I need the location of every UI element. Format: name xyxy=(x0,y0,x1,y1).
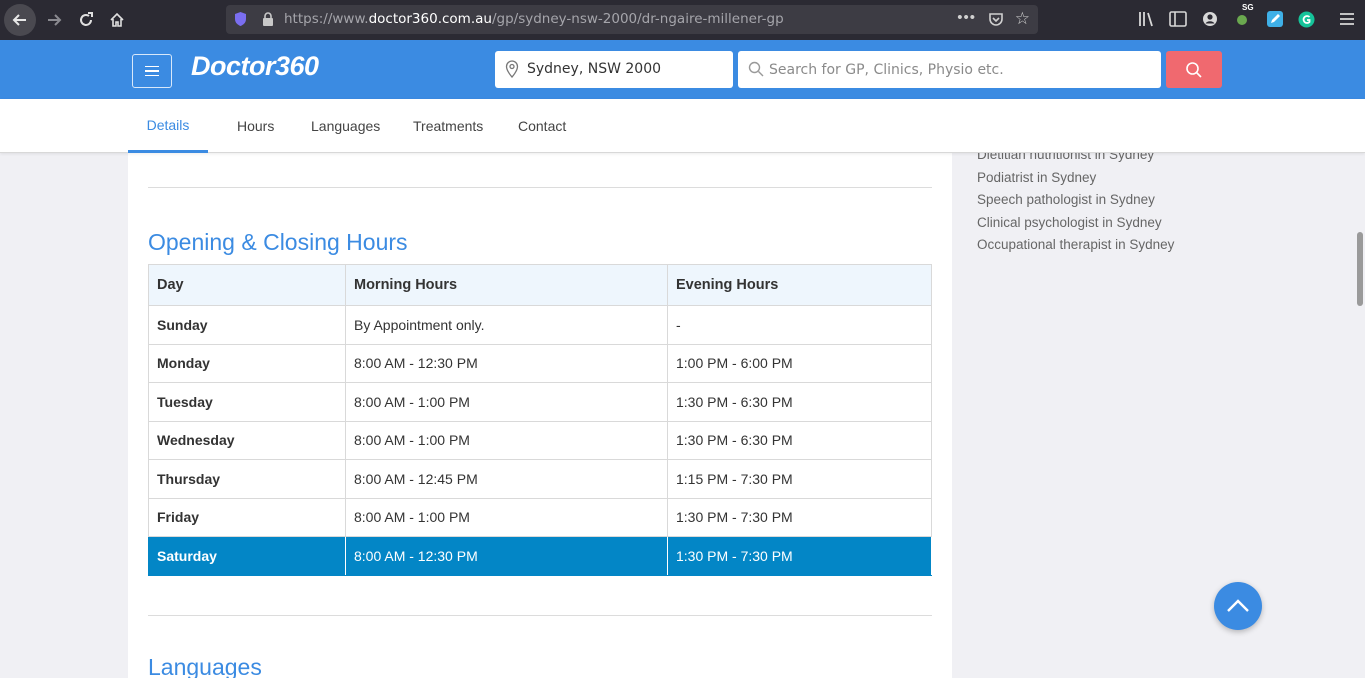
evening-hours-cell: 1:15 PM - 7:30 PM xyxy=(667,459,932,499)
day-cell: Tuesday xyxy=(148,382,346,422)
table-row-today: Saturday 8:00 AM - 12:30 PM 1:30 PM - 7:… xyxy=(148,536,932,576)
morning-hours-cell: 8:00 AM - 12:45 PM xyxy=(345,459,668,499)
site-header: Doctor360 Sydney, NSW 2000 xyxy=(0,40,1365,99)
forward-button[interactable] xyxy=(38,4,70,36)
pocket-icon[interactable] xyxy=(988,11,1004,27)
menu-line-icon xyxy=(145,65,159,68)
morning-hours-cell: 8:00 AM - 12:30 PM xyxy=(345,536,668,576)
column-header-evening: Evening Hours xyxy=(667,264,932,306)
table-row: Monday 8:00 AM - 12:30 PM 1:00 PM - 6:00… xyxy=(148,343,932,383)
evening-hours-cell: 1:00 PM - 6:00 PM xyxy=(667,343,932,383)
tab-languages[interactable]: Languages xyxy=(311,99,380,153)
day-cell: Monday xyxy=(148,343,346,383)
search-field[interactable] xyxy=(738,51,1161,88)
evening-hours-cell: 1:30 PM - 7:30 PM xyxy=(667,536,932,576)
url-path: /gp/sydney-nsw-2000/dr-ngaire-millener-g… xyxy=(491,11,784,27)
morning-hours-cell: By Appointment only. xyxy=(345,305,668,345)
hamburger-menu-icon[interactable] xyxy=(1337,9,1357,29)
related-links: Dietitian nutritionist in Sydney Podiatr… xyxy=(977,144,1174,257)
back-button[interactable] xyxy=(4,4,36,36)
map-pin-icon xyxy=(505,60,519,78)
bookmark-star-icon[interactable]: ☆ xyxy=(1015,9,1030,29)
tab-details[interactable]: Details xyxy=(128,99,208,153)
browser-toolbar: https://www.doctor360.com.au/gp/sydney-n… xyxy=(0,0,1365,40)
shield-icon xyxy=(235,12,246,26)
tab-hours[interactable]: Hours xyxy=(237,99,274,153)
lock-icon xyxy=(263,12,273,26)
arrow-left-icon xyxy=(12,14,26,26)
extension-sg-icon[interactable]: SG xyxy=(1232,3,1255,29)
sidebar-icon[interactable] xyxy=(1168,9,1188,29)
page-scrollbar[interactable] xyxy=(1355,99,1365,678)
url-host: doctor360.com.au xyxy=(368,11,492,27)
scrollbar-thumb[interactable] xyxy=(1357,232,1363,306)
related-link[interactable]: Occupational therapist in Sydney xyxy=(977,234,1174,257)
day-cell: Sunday xyxy=(148,305,346,345)
table-row: Thursday 8:00 AM - 12:45 PM 1:15 PM - 7:… xyxy=(148,459,932,499)
arrow-right-icon xyxy=(48,14,62,26)
morning-hours-cell: 8:00 AM - 1:00 PM xyxy=(345,497,668,537)
extension-badge: SG xyxy=(1241,3,1255,12)
location-value: Sydney, NSW 2000 xyxy=(527,61,662,77)
hours-section-title: Opening & Closing Hours xyxy=(148,229,408,255)
related-link[interactable]: Clinical psychologist in Sydney xyxy=(977,212,1174,235)
main-content: Opening & Closing Hours Day Morning Hour… xyxy=(128,153,952,678)
url-text: https://www.doctor360.com.au/gp/sydney-n… xyxy=(284,11,784,27)
languages-section-title: Languages xyxy=(148,654,262,678)
account-icon[interactable] xyxy=(1200,9,1220,29)
column-header-morning: Morning Hours xyxy=(345,264,668,306)
menu-line-icon xyxy=(145,74,159,77)
column-header-day: Day xyxy=(148,264,346,306)
evening-hours-cell: 1:30 PM - 6:30 PM xyxy=(667,420,932,460)
tab-treatments[interactable]: Treatments xyxy=(413,99,483,153)
library-icon[interactable] xyxy=(1137,9,1157,29)
search-icon xyxy=(1186,61,1202,78)
location-field[interactable]: Sydney, NSW 2000 xyxy=(495,51,733,88)
page-actions-icon[interactable]: ••• xyxy=(957,9,976,26)
morning-hours-cell: 8:00 AM - 12:30 PM xyxy=(345,343,668,383)
reload-icon xyxy=(80,12,93,26)
day-cell: Thursday xyxy=(148,459,346,499)
table-header-row: Day Morning Hours Evening Hours xyxy=(148,264,932,306)
search-icon xyxy=(748,61,764,77)
search-input[interactable] xyxy=(769,59,1149,81)
menu-toggle-button[interactable] xyxy=(132,54,172,88)
tab-contact[interactable]: Contact xyxy=(518,99,566,153)
day-cell: Saturday xyxy=(148,536,346,576)
evening-hours-cell: 1:30 PM - 7:30 PM xyxy=(667,497,932,537)
table-row: Tuesday 8:00 AM - 1:00 PM 1:30 PM - 6:30… xyxy=(148,382,932,422)
chevron-up-icon xyxy=(1227,599,1249,612)
menu-line-icon xyxy=(145,70,159,72)
site-logo[interactable]: Doctor360 xyxy=(191,51,319,82)
evening-hours-cell: 1:30 PM - 6:30 PM xyxy=(667,382,932,422)
home-icon xyxy=(110,12,124,27)
section-tabs: Details Hours Languages Treatments Conta… xyxy=(0,99,1365,153)
section-divider xyxy=(148,615,932,616)
url-prefix: https://www. xyxy=(284,11,369,27)
address-bar[interactable]: https://www.doctor360.com.au/gp/sydney-n… xyxy=(226,5,1038,34)
hours-table: Day Morning Hours Evening Hours Sunday B… xyxy=(148,264,932,576)
table-row: Friday 8:00 AM - 1:00 PM 1:30 PM - 7:30 … xyxy=(148,497,932,537)
evening-hours-cell: - xyxy=(667,305,932,345)
morning-hours-cell: 8:00 AM - 1:00 PM xyxy=(345,382,668,422)
table-row: Sunday By Appointment only. - xyxy=(148,305,932,345)
related-link[interactable]: Podiatrist in Sydney xyxy=(977,167,1174,190)
reload-button[interactable] xyxy=(70,4,102,36)
extension-pen-icon[interactable] xyxy=(1265,9,1285,29)
related-link[interactable]: Speech pathologist in Sydney xyxy=(977,189,1174,212)
day-cell: Wednesday xyxy=(148,420,346,460)
section-divider xyxy=(148,187,932,188)
search-button[interactable] xyxy=(1166,51,1222,88)
home-button[interactable] xyxy=(101,4,133,36)
day-cell: Friday xyxy=(148,497,346,537)
table-row: Wednesday 8:00 AM - 1:00 PM 1:30 PM - 6:… xyxy=(148,420,932,460)
back-to-top-button[interactable] xyxy=(1214,582,1262,630)
grammarly-icon[interactable] xyxy=(1296,9,1316,29)
morning-hours-cell: 8:00 AM - 1:00 PM xyxy=(345,420,668,460)
